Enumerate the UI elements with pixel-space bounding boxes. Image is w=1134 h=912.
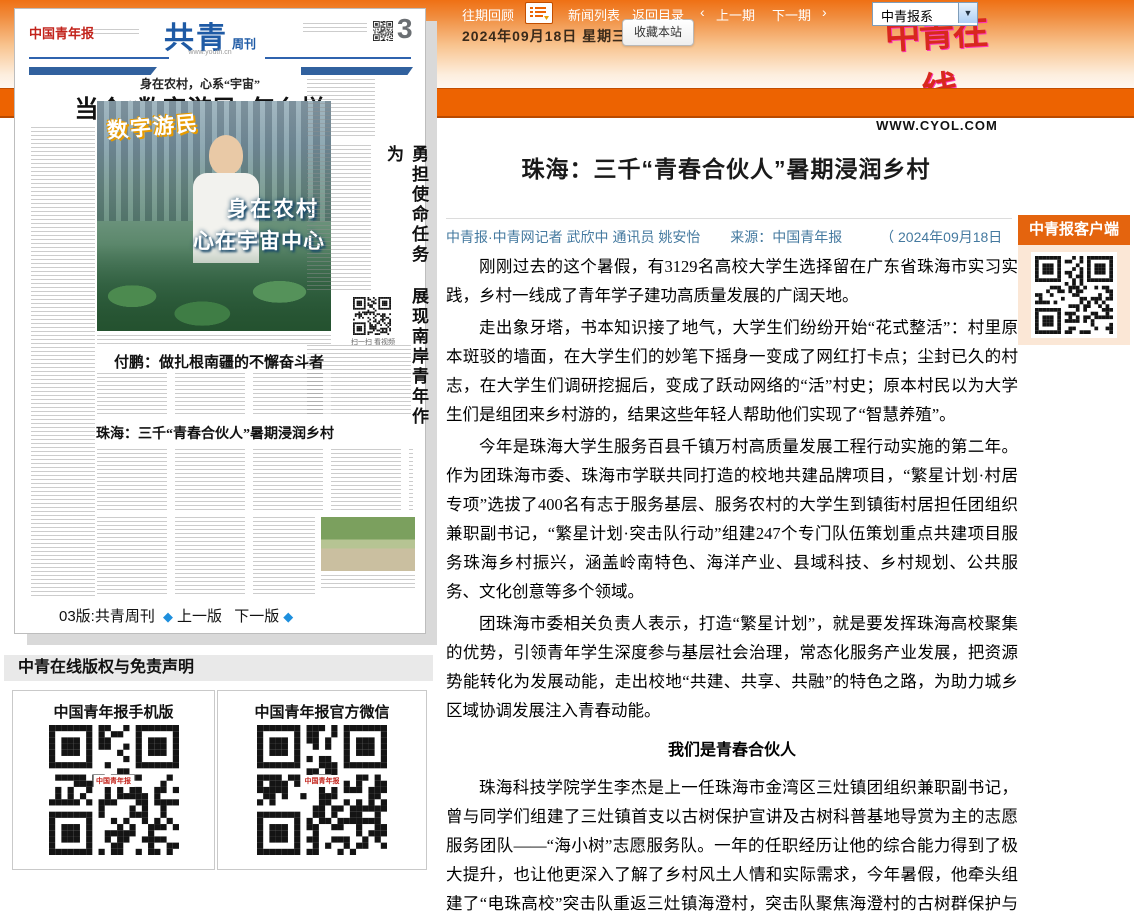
paper-video-qr-code (353, 297, 391, 335)
wechat-title: 中国青年报官方微信 (218, 701, 426, 722)
article-paragraph: 团珠海市委相关负责人表示，打造“繁星计划”，就是要发挥珠海高校聚集的优势，引领青… (446, 609, 1018, 725)
nav-past-issues[interactable]: 往期回顾 (462, 5, 514, 24)
client-app-qr-code (1031, 252, 1117, 338)
simulated-text-band (97, 335, 331, 347)
qr-center-logo: 中国青年报 (302, 775, 343, 787)
simulated-text-column (307, 145, 371, 291)
section-bar-left (29, 67, 157, 75)
article-source[interactable]: 来源：中国青年报 (730, 229, 842, 245)
mobile-version-qr-code (49, 725, 179, 855)
wechat-qr-box: 中国青年报官方微信 中国青年报 (217, 690, 427, 870)
paper-page-number: 3 (397, 13, 413, 45)
photo-person-head (209, 135, 243, 175)
nav-back-to-catalog[interactable]: 返回目录 (632, 5, 684, 24)
page-label: 03版:共青周刊 (59, 608, 155, 625)
client-app-panel-header: 中青报客户端 (1018, 215, 1130, 245)
article-byline-row: 中青报·中青网记者 武欣中 通讯员 姚安怡 来源：中国青年报 （ 2024年09… (446, 218, 1012, 247)
select-value: 中青报系 (881, 6, 933, 25)
paper-masthead-logo: 中国青年报 (29, 23, 94, 42)
next-page-icon[interactable]: ◆ (283, 609, 293, 624)
nav-prev-issue[interactable]: 上一期 (716, 5, 755, 24)
chevron-down-icon: ▼ (958, 3, 977, 23)
prev-page-icon[interactable]: ◆ (163, 609, 173, 624)
prev-issue-arrow-icon[interactable]: ‹ (700, 4, 705, 20)
article-paragraph: 珠海科技学院学生李杰是上一任珠海市金湾区三灶镇团组织兼职副书记，曾与同学们组建了… (446, 773, 1018, 912)
photo-overlay-line2: 心在宇宙中心 (193, 225, 325, 255)
paper-page-nav: 03版:共青周刊 ◆ 上一版 下一版 ◆ (59, 605, 297, 626)
paper-qr-caption: 扫一扫 看视频 (345, 337, 401, 347)
article-paragraph: 刚刚过去的这个暑假，有3129名高校大学生选择留在广东省珠海市实习实践，乡村一线… (446, 252, 1018, 310)
article-body: 刚刚过去的这个暑假，有3129名高校大学生选择留在广东省珠海市实习实践，乡村一线… (446, 252, 1018, 912)
article-authors: 中青报·中青网记者 武欣中 通讯员 姚安怡 (446, 229, 700, 245)
article-title: 珠海：三千“青春合伙人”暑期浸润乡村 (440, 150, 1012, 184)
masthead-qr-code (373, 21, 393, 41)
issue-list-icon[interactable] (525, 2, 553, 24)
page: 2024年09月18日 星期三 收藏本站 中青在线 WWW.CYOL.COM 往… (0, 0, 1134, 912)
simulated-text-column (31, 127, 95, 599)
next-page-link[interactable]: 下一版 (234, 608, 279, 625)
wechat-qr-code (257, 725, 387, 855)
masthead-rule-left (29, 57, 169, 59)
paper-photo: 数字游民 身在农村 心在宇宙中心 (97, 101, 331, 331)
simulated-text-band (97, 373, 331, 417)
paper-site-url: www.youth.cn (135, 49, 285, 56)
client-app-panel-body (1018, 245, 1130, 345)
paper-headline-mid[interactable]: 付鹏：做扎根南疆的不懈奋斗者 (107, 351, 331, 372)
article-subheading: 我们是青春合伙人 (446, 736, 1018, 765)
qr-center-logo: 中国青年报 (93, 775, 134, 787)
masthead-editors-fakeline (303, 23, 367, 35)
prev-page-link[interactable]: 上一版 (177, 608, 222, 625)
header-date: 2024年09月18日 星期三 (462, 26, 627, 46)
article-paragraph: 今年是珠海大学生服务百县千镇万村高质量发展工程行动实施的第二年。作为团珠海市委、… (446, 432, 1018, 606)
masthead-rule-right (265, 57, 411, 59)
copyright-disclaimer-heading: 中青在线版权与免责声明 (4, 655, 433, 681)
nav-news-list[interactable]: 新闻列表 (568, 5, 620, 24)
mobile-version-qr-box: 中国青年报手机版 中国青年报 (12, 690, 215, 870)
masthead-date-fakeline (93, 29, 139, 35)
nav-next-issue[interactable]: 下一期 (772, 5, 811, 24)
newspaper-family-select[interactable]: 中青报系 ▼ (872, 2, 978, 26)
section-bar-right (301, 67, 413, 75)
simulated-text-column (307, 79, 375, 137)
newspaper-page-preview[interactable]: 中国青年报 共青周刊 www.youth.cn 3 身在农村，心系“宇宙” 当个… (14, 8, 426, 634)
paper-photo-students (321, 517, 415, 571)
photo-caption-fakeline (321, 575, 415, 591)
article-paragraph: 走出象牙塔，书本知识接了地气，大学生们纷纷开始“花式整活”：村里原本斑驳的墙面，… (446, 313, 1018, 429)
simulated-text-band (97, 517, 315, 597)
simulated-text-band (97, 449, 413, 511)
photo-lotus-leaves (97, 244, 331, 331)
mobile-version-title: 中国青年报手机版 (13, 701, 214, 722)
next-issue-arrow-icon[interactable]: › (822, 4, 827, 20)
photo-overlay-line1: 身在农村 (227, 193, 319, 223)
paper-headline-current-article[interactable]: 珠海：三千“青春合伙人”暑期浸润乡村 (93, 423, 337, 443)
